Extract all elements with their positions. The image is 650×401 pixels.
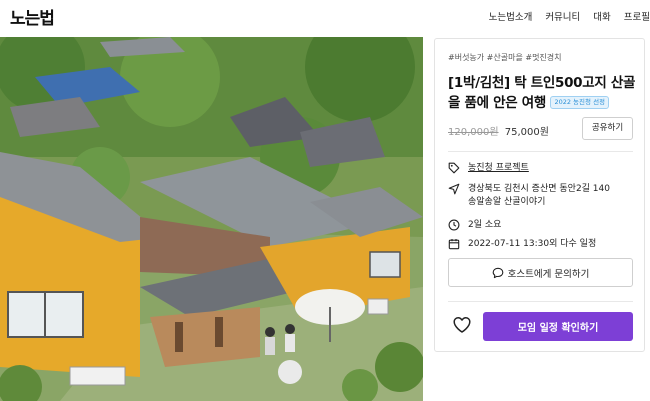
- nav-profile[interactable]: 프로필: [624, 9, 650, 23]
- nav-chat[interactable]: 대화: [593, 9, 610, 23]
- location-arrow-icon: [448, 183, 460, 195]
- schedule-text: 2022-07-11 13:30외 다수 일정: [468, 239, 597, 249]
- schedule-row: 2022-07-11 13:30외 다수 일정: [448, 238, 596, 251]
- duration-text: 2일 소요: [468, 220, 502, 230]
- main-nav: 노는법소개 커뮤니티 대화 프로필: [476, 9, 650, 23]
- ask-host-button[interactable]: 호스트에게 문의하기: [448, 258, 633, 287]
- selection-badge: 2022 농진청 선정: [550, 96, 610, 109]
- project-row: 농진청 프로젝트: [448, 162, 529, 175]
- sale-price: 75,000원: [504, 127, 549, 138]
- hero-photo: [0, 37, 423, 401]
- product-title: [1박/김천] 탁 트인500고지 산골을 품에 안은 여행 2022 농진청 …: [448, 73, 638, 113]
- clock-icon: [448, 219, 460, 231]
- product-tags: #버섯농가 #산골마을 #멋진경치: [448, 53, 562, 62]
- calendar-icon: [448, 239, 460, 250]
- address-line-2: 송알송알 산골이야기: [468, 197, 546, 207]
- nav-community[interactable]: 커뮤니티: [545, 9, 580, 23]
- share-button[interactable]: 공유하기: [582, 117, 633, 140]
- hero-illustration: [0, 37, 423, 401]
- tag-icon: [448, 162, 460, 174]
- duration-row: 2일 소요: [448, 219, 501, 232]
- price-row: 120,000원 75,000원: [448, 123, 549, 138]
- address-row: 경상북도 김천시 증산면 동안2길 140 송알송알 산골이야기: [448, 183, 610, 209]
- address-text: 경상북도 김천시 증산면 동안2길 140 송알송알 산골이야기: [468, 183, 610, 209]
- site-logo[interactable]: 노는법: [10, 4, 55, 29]
- product-card: #버섯농가 #산골마을 #멋진경치 [1박/김천] 탁 트인500고지 산골을 …: [434, 38, 645, 352]
- project-link[interactable]: 농진청 프로젝트: [468, 162, 529, 175]
- ask-host-label: 호스트에게 문의하기: [507, 268, 590, 280]
- nav-about[interactable]: 노는법소개: [489, 9, 533, 23]
- address-line-1: 경상북도 김천시 증산면 동안2길 140: [468, 184, 610, 194]
- heart-icon[interactable]: [452, 315, 472, 335]
- original-price: 120,000원: [448, 127, 499, 138]
- divider: [448, 151, 633, 152]
- check-schedule-button[interactable]: 모임 일정 확인하기: [483, 312, 633, 341]
- divider: [448, 301, 633, 302]
- chat-bubble-icon: [492, 267, 504, 278]
- top-header: 노는법 노는법소개 커뮤니티 대화 프로필: [0, 0, 650, 34]
